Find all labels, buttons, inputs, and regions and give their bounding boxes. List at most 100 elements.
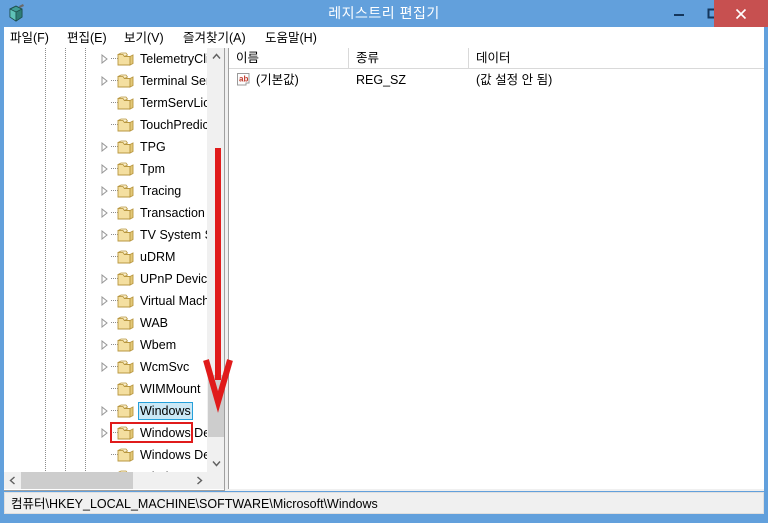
folder-icon — [117, 338, 134, 352]
folder-icon — [117, 382, 134, 396]
tree-item-label: Transaction Server — [140, 206, 208, 220]
folder-icon — [117, 250, 134, 264]
expand-triangle-icon[interactable] — [100, 274, 109, 284]
tree-item-label: WcmSvc — [140, 360, 190, 374]
tree-item[interactable]: Wbem — [4, 334, 208, 356]
folder-icon — [117, 360, 134, 374]
tree-item[interactable]: Transaction Server — [4, 202, 208, 224]
chevron-right-icon — [197, 476, 203, 485]
expand-triangle-icon[interactable] — [100, 142, 109, 152]
registry-tree[interactable]: TabletTipTcpipTelemetryClientTerminal Se… — [4, 48, 208, 472]
expand-triangle-icon[interactable] — [100, 362, 109, 372]
tree-item[interactable]: Tracing — [4, 180, 208, 202]
tree-item-label: TV System Services — [140, 228, 208, 242]
tree-vertical-scroll-thumb[interactable] — [208, 375, 224, 437]
folder-icon — [117, 448, 134, 462]
expand-triangle-icon[interactable] — [100, 318, 109, 328]
folder-icon — [117, 316, 134, 330]
expand-triangle-icon[interactable] — [100, 428, 109, 438]
folder-icon — [117, 162, 134, 176]
tree-vertical-scrollbar[interactable] — [207, 48, 224, 472]
expand-triangle-icon[interactable] — [100, 186, 109, 196]
tree-horizontal-scrollbar[interactable] — [4, 472, 208, 489]
scroll-up-button[interactable] — [208, 48, 224, 65]
window-title: 레지스트리 편집기 — [328, 5, 440, 21]
tree-item-label: TPG — [140, 140, 166, 154]
tree-item-label: WIMMount — [140, 382, 201, 396]
tree-item-label: Tracing — [140, 184, 182, 198]
expand-triangle-icon[interactable] — [100, 340, 109, 350]
tree-item[interactable]: TPG — [4, 136, 208, 158]
registry-editor-window: 레지스트리 편집기 파일(F) 편집(E) 보기(V) 즐겨찾기(A) 도움말(… — [0, 0, 768, 523]
value-data-cell: (값 설정 안 됨) — [476, 73, 553, 87]
tree-item[interactable]: TouchPrediction — [4, 114, 208, 136]
tree-item[interactable]: Terminal Server — [4, 70, 208, 92]
folder-icon — [117, 294, 134, 308]
menu-item-help[interactable]: 도움말(H) — [263, 29, 319, 47]
menu-bar: 파일(F) 편집(E) 보기(V) 즐겨찾기(A) 도움말(H) — [4, 27, 764, 48]
expand-triangle-icon[interactable] — [100, 54, 109, 64]
folder-icon — [117, 96, 134, 110]
tree-item[interactable]: Windows Defender — [4, 422, 208, 444]
folder-icon — [117, 272, 134, 286]
folder-icon — [117, 426, 134, 440]
close-button[interactable] — [714, 0, 768, 27]
scroll-left-button[interactable] — [4, 472, 21, 489]
tree-item-label: Windows Desktop — [140, 448, 208, 462]
expand-triangle-icon[interactable] — [100, 76, 109, 86]
expand-triangle-icon[interactable] — [100, 230, 109, 240]
tree-item[interactable]: TelemetryClient — [4, 48, 208, 70]
column-header-data[interactable]: 데이터 — [469, 48, 764, 69]
folder-icon — [117, 184, 134, 198]
value-name-cell: (기본값) — [256, 73, 299, 87]
folder-icon — [117, 404, 134, 418]
tree-item-label: TelemetryClient — [140, 52, 208, 66]
column-header-name[interactable]: 이름 — [229, 48, 349, 69]
folder-icon — [117, 140, 134, 154]
menu-item-edit[interactable]: 편집(E) — [65, 29, 109, 47]
scrollbar-corner — [207, 472, 224, 489]
tree-item[interactable]: WIMMount — [4, 378, 208, 400]
string-value-icon: ab — [237, 73, 250, 86]
tree-item[interactable]: Virtual Machine — [4, 290, 208, 312]
folder-icon — [117, 52, 134, 66]
tree-item-label: Tpm — [140, 162, 165, 176]
tree-item[interactable]: TV System Services — [4, 224, 208, 246]
tree-item-label: Wbem — [140, 338, 177, 352]
scroll-right-button[interactable] — [191, 472, 208, 489]
tree-item[interactable]: Windows — [4, 400, 208, 422]
tree-item[interactable]: WcmSvc — [4, 356, 208, 378]
scroll-down-button[interactable] — [208, 455, 224, 472]
expand-triangle-icon[interactable] — [100, 406, 109, 416]
column-header-type[interactable]: 종류 — [349, 48, 469, 69]
tree-item[interactable]: uDRM — [4, 246, 208, 268]
menu-item-file[interactable]: 파일(F) — [8, 29, 51, 47]
table-row[interactable]: ab (기본값) REG_SZ (값 설정 안 됨) — [229, 70, 764, 90]
tree-item-label: TouchPrediction — [140, 118, 208, 132]
tree-item-label-selected: Windows — [138, 402, 193, 420]
content-area: TabletTipTcpipTelemetryClientTerminal Se… — [4, 48, 764, 491]
expand-triangle-icon[interactable] — [100, 208, 109, 218]
tree-item[interactable]: UPnP Device Host — [4, 268, 208, 290]
tree-horizontal-scroll-thumb[interactable] — [21, 472, 133, 489]
tree-item[interactable]: Windows Desktop — [4, 444, 208, 466]
menu-item-view[interactable]: 보기(V) — [122, 29, 166, 47]
registry-values-pane: 이름 종류 데이터 ab (기본값) REG_SZ (값 설정 안 됨) — [228, 48, 764, 489]
tree-item[interactable]: TermServLicensing — [4, 92, 208, 114]
title-bar: 레지스트리 편집기 — [0, 0, 768, 27]
tree-item[interactable]: Tpm — [4, 158, 208, 180]
tree-item[interactable]: WAB — [4, 312, 208, 334]
list-header: 이름 종류 데이터 — [229, 48, 764, 69]
minimize-icon — [674, 13, 684, 16]
tree-item-label: TermServLicensing — [140, 96, 208, 110]
expand-triangle-icon[interactable] — [100, 296, 109, 306]
folder-icon — [117, 74, 134, 88]
registry-path-text: 컴퓨터\HKEY_LOCAL_MACHINE\SOFTWARE\Microsof… — [11, 497, 378, 511]
minimize-button[interactable] — [662, 0, 696, 27]
tree-item-label: WAB — [140, 316, 169, 330]
folder-icon — [117, 118, 134, 132]
tree-item-label: UPnP Device Host — [140, 272, 208, 286]
menu-item-favorites[interactable]: 즐겨찾기(A) — [181, 29, 248, 47]
svg-text:ab: ab — [239, 75, 248, 84]
expand-triangle-icon[interactable] — [100, 164, 109, 174]
